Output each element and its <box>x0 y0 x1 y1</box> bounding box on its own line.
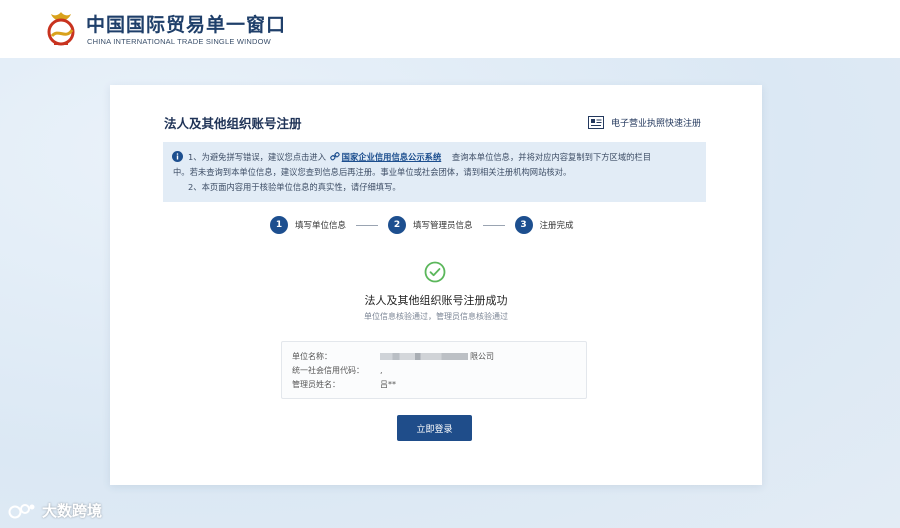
logo-title-en: CHINA INTERNATIONAL TRADE SINGLE WINDOW <box>87 37 271 46</box>
step-indicator: 1 填写单位信息 2 填写管理员信息 3 注册完成 <box>270 215 574 235</box>
credit-code-label: 统一社会信用代码： <box>292 366 364 375</box>
success-subtitle: 单位信息核验通过，管理员信息核验通过 <box>364 312 508 321</box>
watermark-logo-icon <box>8 503 35 518</box>
notice-line-1-prefix: 1、为避免拼写错误，建议您点击进入 <box>188 152 327 162</box>
admin-name-value: 吕** <box>380 380 396 389</box>
company-name-row: 单位名称： 限公司 <box>292 351 494 362</box>
step-2-number: 2 <box>388 216 407 234</box>
watermark-text: 大数跨境 <box>42 502 103 520</box>
login-button[interactable]: 立即登录 <box>397 415 472 441</box>
credit-system-link[interactable]: 国家企业信用信息公示系统 <box>342 152 442 162</box>
company-name-label: 单位名称： <box>292 352 332 361</box>
logo-title-cn: 中国国际贸易单一窗口 <box>86 14 287 36</box>
step-separator <box>482 224 505 226</box>
redacted-company-name <box>380 353 468 360</box>
notice-box: 1、为避免拼写错误，建议您点击进入 国家企业信用信息公示系统 查询本单位信息，并… <box>163 142 706 202</box>
registration-card: 法人及其他组织账号注册 电子营业执照快速注册 1、为避免拼写错误，建议您点击进入… <box>110 85 762 485</box>
quick-register-link[interactable]: 电子营业执照快速注册 <box>588 115 701 129</box>
quick-register-label: 电子营业执照快速注册 <box>611 118 702 129</box>
company-name-value: 限公司 <box>470 352 494 361</box>
credit-code-value: , <box>380 366 383 375</box>
admin-name-row: 管理员姓名： 吕** <box>292 379 396 390</box>
check-circle-icon <box>424 261 446 283</box>
admin-name-label: 管理员姓名： <box>292 380 340 389</box>
watermark: 大数跨境 <box>8 500 102 521</box>
step-3-number: 3 <box>514 216 533 234</box>
account-info-box: 单位名称： 限公司 统一社会信用代码：, 管理员姓名： 吕** <box>281 341 587 399</box>
step-2: 2 填写管理员信息 <box>388 216 473 234</box>
step-3: 3 注册完成 <box>514 216 574 234</box>
notice-line-2: 中。若未查询到本单位信息，建议您查到信息后再注册。事业单位或社会团体，请到相关注… <box>173 167 572 177</box>
notice-line-1: 1、为避免拼写错误，建议您点击进入 国家企业信用信息公示系统 查询本单位信息，并… <box>188 150 651 165</box>
single-window-logo-icon <box>47 12 75 46</box>
step-1: 1 填写单位信息 <box>270 216 346 234</box>
license-card-icon <box>588 115 604 129</box>
link-icon <box>329 152 340 161</box>
notice-line-1-suffix: 查询本单位信息，并将对应内容复制到下方区域的栏目 <box>451 152 652 162</box>
step-1-number: 1 <box>270 216 288 234</box>
notice-line-3: 2、本页面内容用于核验单位信息的真实性，请仔细填写。 <box>188 182 401 192</box>
credit-code-row: 统一社会信用代码：, <box>292 365 383 376</box>
step-3-label: 注册完成 <box>539 221 574 231</box>
success-title: 法人及其他组织账号注册成功 <box>364 294 508 307</box>
step-2-label: 填写管理员信息 <box>413 221 473 231</box>
info-icon <box>172 151 183 162</box>
step-1-label: 填写单位信息 <box>295 221 347 231</box>
top-header: 中国国际贸易单一窗口 CHINA INTERNATIONAL TRADE SIN… <box>0 0 900 58</box>
step-separator <box>356 224 379 226</box>
page-title: 法人及其他组织账号注册 <box>164 116 302 131</box>
